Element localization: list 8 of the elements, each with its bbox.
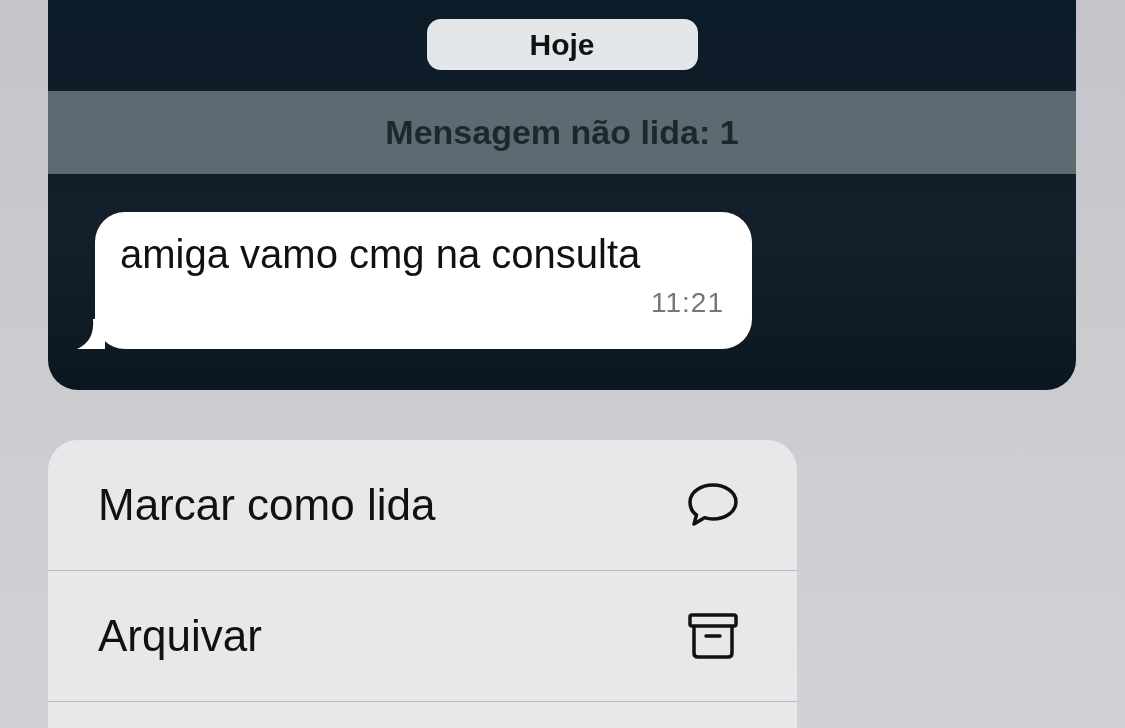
menu-item[interactable]: Marcar como lida <box>48 440 797 571</box>
archive-box-icon <box>687 612 739 660</box>
message-text: amiga vamo cmg na consulta <box>120 232 642 277</box>
menu-item[interactable]: Arquivar <box>48 571 797 702</box>
speech-bubble-icon <box>687 482 739 528</box>
date-pill: Hoje <box>426 19 698 70</box>
unread-banner: Mensagem não lida: 1 <box>48 91 1076 174</box>
message-time: 11:21 <box>651 287 724 319</box>
